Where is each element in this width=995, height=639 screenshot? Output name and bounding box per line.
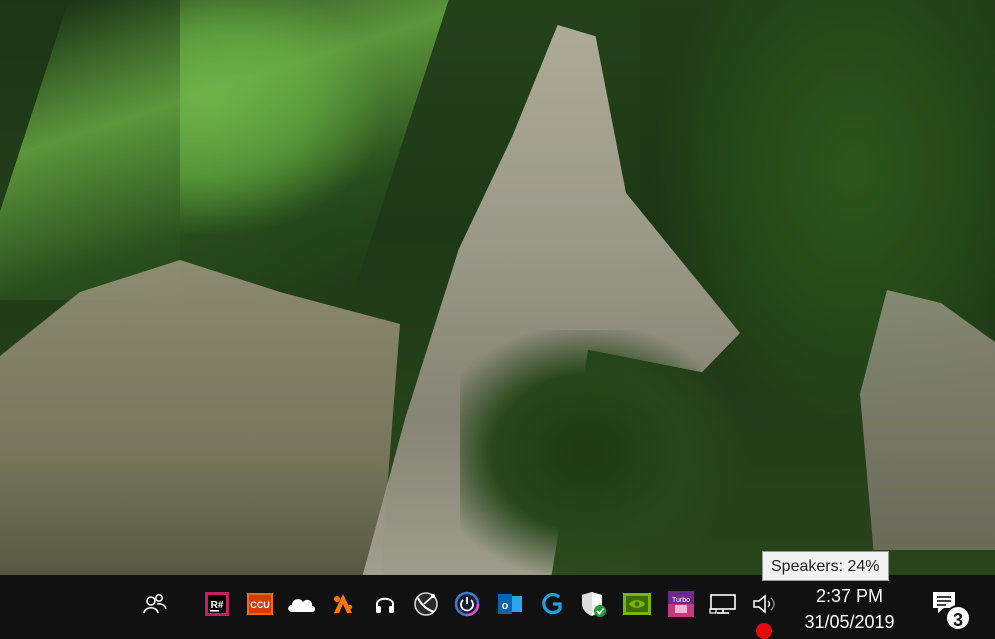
- power-app-icon[interactable]: [452, 589, 482, 619]
- clock-date: 31/05/2019: [804, 612, 895, 632]
- speaker-volume-tooltip: Speakers: 24%: [762, 551, 889, 581]
- windows-security-icon[interactable]: [578, 589, 608, 619]
- outlook-label: o: [502, 600, 509, 612]
- logitech-g-icon[interactable]: [537, 589, 567, 619]
- notification-count-badge: 3: [945, 605, 971, 631]
- satellite-dish-icon[interactable]: [411, 589, 441, 619]
- taskbar: R# CCU o Turbo 2:37 PM 31/05/2019 3: [0, 575, 995, 639]
- speaker-icon[interactable]: [750, 589, 780, 619]
- resharper-label: R#: [211, 600, 224, 611]
- headphones-icon[interactable]: [370, 589, 400, 619]
- action-center-button[interactable]: 3: [928, 587, 976, 631]
- network-icon[interactable]: [708, 589, 738, 619]
- resharper-icon[interactable]: R#: [202, 589, 232, 619]
- recording-indicator: [756, 623, 772, 639]
- desktop-wallpaper: [0, 0, 995, 575]
- wallpaper-forest-low: [460, 330, 780, 575]
- ccu-label: CCU: [250, 600, 270, 610]
- wallpaper-meadow: [0, 0, 449, 300]
- turbo-label: Turbo: [672, 597, 690, 604]
- wallpaper-rock-right: [860, 290, 995, 550]
- avast-icon[interactable]: [328, 589, 358, 619]
- clock[interactable]: 2:37 PM 31/05/2019: [782, 581, 917, 637]
- onedrive-icon[interactable]: [286, 589, 316, 619]
- turbo-app-icon[interactable]: Turbo: [666, 589, 696, 619]
- outlook-icon[interactable]: o: [495, 589, 525, 619]
- nvidia-icon[interactable]: [622, 589, 652, 619]
- clock-time: 2:37 PM: [815, 586, 884, 606]
- people-icon[interactable]: [140, 589, 170, 619]
- ccu-icon[interactable]: CCU: [245, 589, 275, 619]
